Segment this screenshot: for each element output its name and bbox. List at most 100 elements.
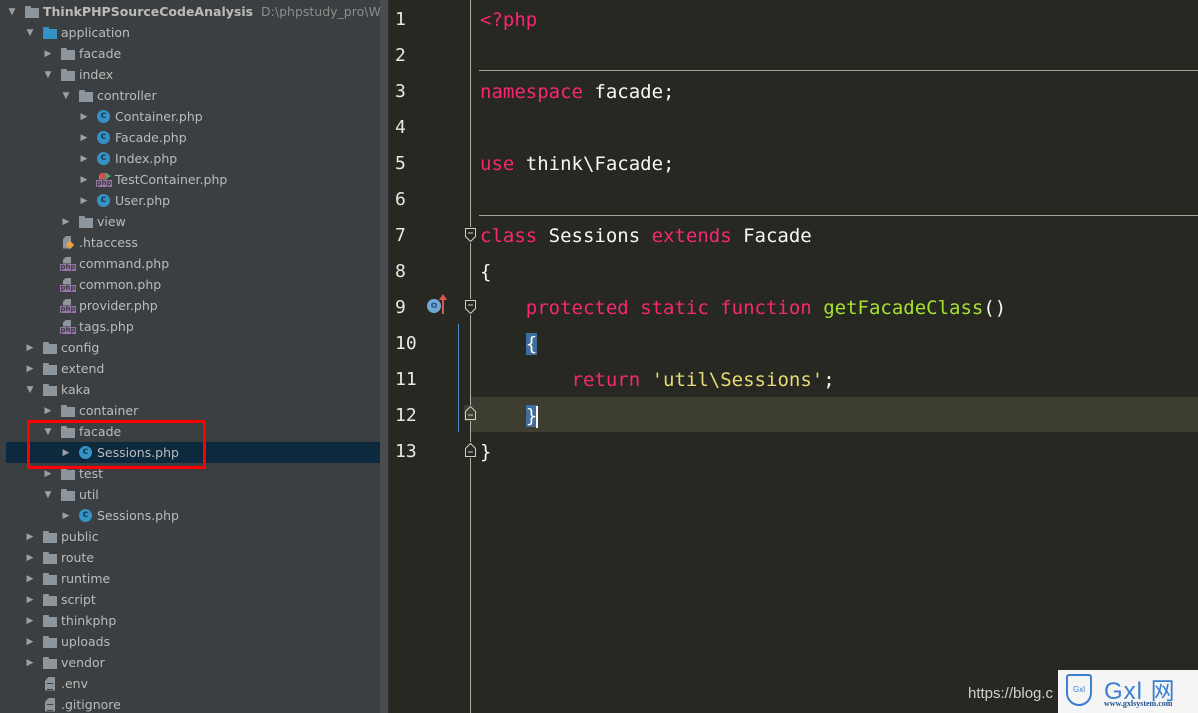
fold-toggle-icon[interactable]: [464, 227, 477, 243]
code-line[interactable]: use think\Facade;: [480, 146, 674, 182]
code-line[interactable]: {: [480, 326, 538, 362]
chevron-right-icon[interactable]: ▶: [42, 48, 54, 60]
tree-item[interactable]: ▶ script: [6, 589, 380, 610]
chevron-right-icon[interactable]: ▶: [60, 510, 72, 522]
chevron-right-icon[interactable]: ▶: [24, 552, 36, 564]
chevron-right-icon[interactable]: ▶: [24, 615, 36, 627]
tree-item[interactable]: ▶ public: [6, 526, 380, 547]
chevron-down-icon[interactable]: ▼: [6, 6, 18, 18]
method-separator: [479, 70, 1198, 71]
chevron-right-icon[interactable]: ▶: [42, 405, 54, 417]
tree-item[interactable]: ▶ uploads: [6, 631, 380, 652]
tree-item[interactable]: ▶ TestContainer.php: [6, 169, 380, 190]
tree-item[interactable]: .env: [6, 673, 380, 694]
chevron-down-icon[interactable]: ▼: [24, 27, 36, 39]
tree-item[interactable]: ▼ index: [6, 64, 380, 85]
php-class-icon: [96, 151, 112, 166]
php-file-icon: [60, 278, 76, 292]
tree-item[interactable]: ▼ kaka: [6, 379, 380, 400]
folder-icon: [42, 572, 58, 586]
chevron-down-icon[interactable]: ▼: [24, 384, 36, 396]
tree-item[interactable]: ▶ config: [6, 337, 380, 358]
tree-item[interactable]: ▼ application: [6, 22, 380, 43]
chevron-right-icon[interactable]: ▶: [60, 447, 72, 459]
chevron-down-icon[interactable]: ▼: [60, 90, 72, 102]
tree-item[interactable]: command.php: [6, 253, 380, 274]
code-token: <?php: [480, 9, 538, 31]
line-number: 9: [395, 297, 406, 318]
tree-item[interactable]: ▶ Index.php: [6, 148, 380, 169]
tree-item[interactable]: ▶ route: [6, 547, 380, 568]
chevron-right-icon[interactable]: ▶: [78, 174, 90, 186]
tree-item[interactable]: ▼ facade: [6, 421, 380, 442]
code-line[interactable]: }: [480, 398, 539, 434]
tree-item-label: command.php: [79, 256, 170, 271]
chevron-right-icon[interactable]: ▶: [42, 468, 54, 480]
tree-item[interactable]: ▶ extend: [6, 358, 380, 379]
tree-item[interactable]: ▶ vendor: [6, 652, 380, 673]
code-line[interactable]: {: [480, 254, 491, 290]
chevron-down-icon[interactable]: ▼: [42, 69, 54, 81]
code-token: ;: [823, 369, 835, 391]
chevron-right-icon[interactable]: ▶: [24, 363, 36, 375]
code-line[interactable]: return 'util\Sessions';: [480, 362, 835, 398]
tree-root-project[interactable]: ▼ ThinkPHPSourceCodeAnalysis D:\phpstudy…: [6, 1, 380, 22]
tree-item[interactable]: ▶ thinkphp: [6, 610, 380, 631]
tree-item[interactable]: ▶ container: [6, 400, 380, 421]
tree-item[interactable]: ▶ User.php: [6, 190, 380, 211]
code-line[interactable]: <?php: [480, 2, 537, 38]
fold-toggle-icon[interactable]: [464, 299, 477, 315]
fold-end-icon[interactable]: [464, 405, 477, 421]
tree-item-label: provider.php: [79, 298, 158, 313]
tree-item[interactable]: ▼ util: [6, 484, 380, 505]
project-path: D:\phpstudy_pro\WWW\Th: [261, 4, 380, 19]
php-class-icon: [78, 508, 94, 523]
tree-item[interactable]: ▶ runtime: [6, 568, 380, 589]
go-to-parent-arrow-icon[interactable]: [439, 294, 447, 314]
chevron-down-icon[interactable]: ▼: [42, 426, 54, 438]
code-editor[interactable]: 1 2 3 4 5 6 7 8 9 10 11 12 13 <?php namespace facade;…: [390, 0, 1198, 713]
tree-item[interactable]: ▶ test: [6, 463, 380, 484]
tree-item[interactable]: ▶ facade: [6, 43, 380, 64]
run-arrow-icon: [106, 172, 111, 179]
chevron-right-icon[interactable]: ▶: [24, 636, 36, 648]
code-token: (): [983, 297, 1007, 319]
code-line[interactable]: namespace facade;: [480, 74, 674, 110]
chevron-right-icon[interactable]: ▶: [78, 195, 90, 207]
tree-item[interactable]: .htaccess: [6, 232, 380, 253]
override-method-icon[interactable]: o: [427, 299, 441, 313]
tree-item-label: container: [79, 403, 139, 418]
line-number: 11: [395, 369, 417, 390]
chevron-right-icon[interactable]: ▶: [24, 573, 36, 585]
chevron-down-icon[interactable]: ▼: [42, 489, 54, 501]
tree-item[interactable]: ▼ controller: [6, 85, 380, 106]
tree-scrollbar[interactable]: [380, 0, 390, 713]
tree-item[interactable]: .gitignore: [6, 694, 380, 713]
fold-end-icon[interactable]: [464, 442, 477, 458]
chevron-right-icon[interactable]: ▶: [24, 594, 36, 606]
tree-item[interactable]: ▶ Sessions.php: [6, 505, 380, 526]
code-line[interactable]: class Sessions extends Facade: [480, 218, 812, 254]
tree-item-label: vendor: [61, 655, 105, 670]
tree-item[interactable]: ▶ Sessions.php: [6, 442, 380, 463]
code-line[interactable]: protected static function getFacadeClass…: [480, 290, 1006, 326]
tree-item[interactable]: tags.php: [6, 316, 380, 337]
code-line[interactable]: }: [480, 434, 491, 470]
tree-item[interactable]: ▶ view: [6, 211, 380, 232]
chevron-right-icon[interactable]: ▶: [24, 657, 36, 669]
tree-item[interactable]: ▶ Container.php: [6, 106, 380, 127]
folder-icon: [42, 593, 58, 607]
folder-icon: [60, 425, 76, 439]
chevron-right-icon[interactable]: ▶: [24, 531, 36, 543]
chevron-right-icon[interactable]: ▶: [78, 153, 90, 165]
vcs-change-marker[interactable]: [458, 324, 459, 432]
tree-item-label: common.php: [79, 277, 162, 292]
chevron-right-icon[interactable]: ▶: [24, 342, 36, 354]
chevron-right-icon[interactable]: ▶: [78, 111, 90, 123]
tree-item[interactable]: ▶ Facade.php: [6, 127, 380, 148]
chevron-right-icon[interactable]: ▶: [78, 132, 90, 144]
tree-item[interactable]: common.php: [6, 274, 380, 295]
tree-item[interactable]: provider.php: [6, 295, 380, 316]
chevron-right-icon[interactable]: ▶: [60, 216, 72, 228]
